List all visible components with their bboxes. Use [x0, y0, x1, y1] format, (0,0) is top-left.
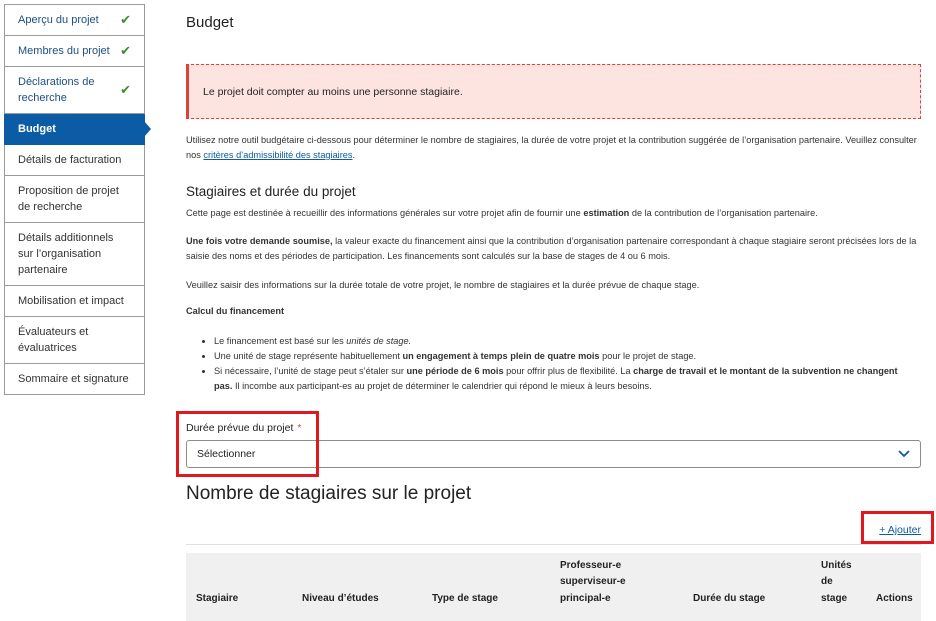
column-header-stagiaire: Stagiaire	[196, 592, 239, 604]
page-title: Budget	[186, 14, 234, 31]
info-paragraph-3: Veuillez saisir des informations sur la …	[186, 280, 700, 290]
sidebar-item-details-partenaire[interactable]: Détails additionnels sur l’organisation …	[4, 223, 145, 286]
error-message: Le projet doit compter au moins une pers…	[203, 85, 463, 98]
sidebar-item-evaluateurs[interactable]: Évaluateurs et évaluatrices	[4, 317, 145, 364]
check-icon: ✔	[120, 43, 131, 58]
bullet-text: pour offrir plus de flexibilité. La	[506, 366, 631, 376]
error-alert: Le projet doit compter au moins une pers…	[186, 64, 921, 119]
interns-title: Nombre de stagiaires sur le projet	[186, 483, 472, 504]
para2-bold: Une fois votre demande soumise,	[186, 236, 333, 246]
list-item: Si nécessaire, l’unité de stage peut s’é…	[214, 364, 914, 394]
sidebar-item-label: Proposition de projet de recherche	[18, 185, 119, 213]
column-header-niveau: Niveau d’études	[302, 592, 379, 604]
check-icon: ✔	[120, 82, 131, 97]
check-icon: ✔	[120, 12, 131, 27]
funding-bullets: Le financement est basé sur les unités d…	[214, 334, 914, 394]
chevron-down-icon	[898, 447, 910, 461]
section-title: Stagiaires et durée du projet	[186, 184, 356, 199]
sidebar-item-mobilisation[interactable]: Mobilisation et impact	[4, 286, 145, 317]
progress-sidebar: Aperçu du projet ✔ Membres du projet ✔ Déc…	[4, 4, 151, 395]
highlight-box-add	[861, 511, 934, 544]
bullet-text: pour le projet de stage.	[602, 351, 697, 361]
column-header-superviseur: Professeur-e superviseur-e principal-e	[560, 559, 626, 604]
sidebar-item-declarations[interactable]: Déclarations de recherche ✔	[4, 67, 145, 114]
para1-bold: estimation	[583, 208, 630, 218]
divider	[186, 544, 921, 545]
column-header-duree: Durée du stage	[693, 592, 766, 604]
para1-text: Cette page est destinée à recueillir des…	[186, 208, 581, 218]
sidebar-item-label: Membres du projet	[18, 45, 110, 57]
sidebar-item-label: Détails de facturation	[18, 154, 122, 166]
bullet-text: Le financement est basé sur les	[214, 336, 344, 346]
sidebar-item-sommaire[interactable]: Sommaire et signature	[4, 364, 145, 395]
interns-table-header: Stagiaire Niveau d’études Type de stage …	[186, 553, 921, 621]
sidebar-item-label: Détails additionnels sur l’organisation …	[18, 232, 114, 276]
sidebar-item-facturation[interactable]: Détails de facturation	[4, 145, 145, 176]
column-header-unites: Unités de stage	[821, 559, 852, 604]
calc-title: Calcul du financement	[186, 306, 285, 316]
intro-text: Utilisez notre outil budgétaire ci-desso…	[186, 135, 917, 160]
sidebar-item-membres[interactable]: Membres du projet ✔	[4, 36, 145, 67]
sidebar-item-budget[interactable]: Budget	[4, 114, 151, 145]
list-item: Une unité de stage représente habituelle…	[214, 349, 914, 364]
highlight-box-duration	[176, 411, 319, 477]
bullet-text: Il incombe aux participant-es au projet …	[234, 381, 652, 391]
sidebar-item-label: Déclarations de recherche	[18, 76, 95, 104]
bullet-italic: unités de stage.	[346, 336, 412, 346]
sidebar-item-label: Évaluateurs et évaluatrices	[18, 326, 89, 354]
sidebar-item-label: Mobilisation et impact	[18, 295, 124, 307]
para1-text-end: de la contribution de l’organisation par…	[631, 208, 818, 218]
bullet-bold: une période de 6 mois	[406, 366, 504, 376]
sidebar-item-label: Aperçu du projet	[18, 14, 99, 26]
info-paragraph-2: Une fois votre demande soumise, la valeu…	[186, 234, 921, 264]
bullet-text: Une unité de stage représente habituelle…	[214, 351, 400, 361]
eligibility-criteria-link[interactable]: critères d’admissibilité des stagiaires	[203, 150, 352, 160]
sidebar-item-label: Sommaire et signature	[18, 373, 129, 385]
info-paragraph-1: Cette page est destinée à recueillir des…	[186, 206, 921, 221]
column-header-type: Type de stage	[432, 592, 498, 604]
column-header-actions: Actions	[876, 592, 913, 604]
bullet-text: Si nécessaire, l’unité de stage peut s’é…	[214, 366, 404, 376]
list-item: Le financement est basé sur les unités d…	[214, 334, 914, 349]
bullet-bold: un engagement à temps plein de quatre mo…	[402, 351, 600, 361]
sidebar-item-label: Budget	[18, 123, 56, 135]
sidebar-item-proposition[interactable]: Proposition de projet de recherche	[4, 176, 145, 223]
sidebar-item-apercu[interactable]: Aperçu du projet ✔	[4, 4, 145, 36]
